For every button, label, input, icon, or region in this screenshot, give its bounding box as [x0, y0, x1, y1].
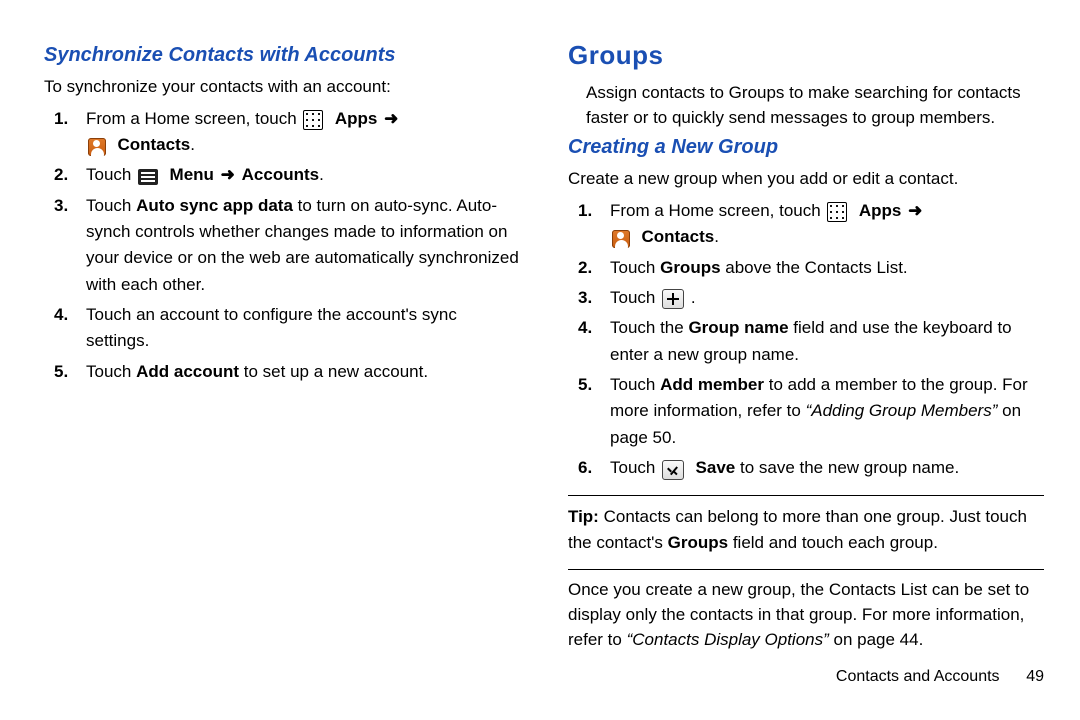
menu-icon: [138, 169, 158, 185]
apps-icon: [827, 202, 847, 222]
add-member-label: Add member: [660, 375, 764, 394]
save-label: Save: [696, 458, 736, 477]
text: Touch: [86, 362, 136, 381]
text: .: [319, 165, 324, 184]
group-name-label: Group name: [688, 318, 788, 337]
text: field and touch each group.: [728, 533, 938, 552]
heading-sync: Synchronize Contacts with Accounts: [44, 44, 520, 67]
right-column: Groups Assign contacts to Groups to make…: [544, 40, 1044, 700]
left-column: Synchronize Contacts with Accounts To sy…: [44, 40, 544, 700]
check-icon: [662, 460, 684, 480]
text: From a Home screen, touch: [610, 201, 825, 220]
contacts-label: Contacts: [641, 227, 714, 246]
sync-step-3: Touch Auto sync app data to turn on auto…: [44, 193, 520, 298]
sync-step-5: Touch Add account to set up a new accoun…: [44, 359, 520, 385]
cg-step-5: Touch Add member to add a member to the …: [568, 372, 1044, 451]
auto-sync-label: Auto sync app data: [136, 196, 293, 215]
sync-intro: To synchronize your contacts with an acc…: [44, 75, 520, 100]
text: Touch: [86, 165, 136, 184]
text: above the Contacts List.: [721, 258, 908, 277]
tip-label: Tip:: [568, 507, 599, 526]
after-tip-paragraph: Once you create a new group, the Contact…: [568, 578, 1044, 652]
create-group-steps: From a Home screen, touch Apps ➜ Contact…: [568, 198, 1044, 481]
text: From a Home screen, touch: [86, 109, 301, 128]
sync-steps: From a Home screen, touch Apps ➜ Contact…: [44, 106, 520, 385]
cg-step-4: Touch the Group name field and use the k…: [568, 315, 1044, 368]
text: .: [686, 288, 695, 307]
heading-create-group: Creating a New Group: [568, 136, 1044, 159]
separator: [568, 495, 1044, 496]
text: Touch: [610, 375, 660, 394]
text: Touch: [610, 288, 660, 307]
groups-intro: Assign contacts to Groups to make search…: [568, 81, 1044, 130]
text: Touch an account to configure the accoun…: [86, 305, 457, 350]
sync-step-4: Touch an account to configure the accoun…: [44, 302, 520, 355]
sync-step-1: From a Home screen, touch Apps ➜ Contact…: [44, 106, 520, 159]
heading-groups: Groups: [568, 40, 1044, 71]
apps-icon: [303, 110, 323, 130]
text: Touch: [86, 196, 136, 215]
arrow-icon: ➜: [219, 165, 237, 184]
page-number: 49: [1004, 668, 1044, 686]
separator: [568, 569, 1044, 570]
menu-label: Menu: [170, 165, 214, 184]
cg-step-1: From a Home screen, touch Apps ➜ Contact…: [568, 198, 1044, 251]
text: to save the new group name.: [735, 458, 959, 477]
ref-display-options: “Contacts Display Options”: [627, 630, 829, 649]
arrow-icon: ➜: [906, 201, 924, 220]
plus-icon: [662, 289, 684, 309]
contacts-icon: [612, 230, 630, 248]
cg-step-3: Touch .: [568, 285, 1044, 311]
arrow-icon: ➜: [382, 109, 400, 128]
groups-field-label: Groups: [668, 533, 728, 552]
text: Touch the: [610, 318, 688, 337]
accounts-label: Accounts: [242, 165, 319, 184]
text: .: [714, 227, 719, 246]
cg-step-6: Touch Save to save the new group name.: [568, 455, 1044, 481]
contacts-icon: [88, 138, 106, 156]
add-account-label: Add account: [136, 362, 239, 381]
apps-label: Apps: [859, 201, 902, 220]
manual-page: Synchronize Contacts with Accounts To sy…: [0, 0, 1080, 720]
page-footer: Contacts and Accounts 49: [568, 658, 1044, 686]
text: on page 44.: [829, 630, 924, 649]
text: Touch: [610, 258, 660, 277]
contacts-label: Contacts: [117, 135, 190, 154]
text: Touch: [610, 458, 660, 477]
ref-adding-members: “Adding Group Members”: [806, 401, 998, 420]
groups-label: Groups: [660, 258, 720, 277]
sync-step-2: Touch Menu ➜ Accounts.: [44, 162, 520, 188]
text: .: [190, 135, 195, 154]
tip-block: Tip: Contacts can belong to more than on…: [568, 504, 1044, 555]
apps-label: Apps: [335, 109, 378, 128]
cg-step-2: Touch Groups above the Contacts List.: [568, 255, 1044, 281]
create-group-intro: Create a new group when you add or edit …: [568, 167, 1044, 192]
text: to set up a new account.: [239, 362, 428, 381]
footer-section: Contacts and Accounts: [836, 668, 1000, 685]
